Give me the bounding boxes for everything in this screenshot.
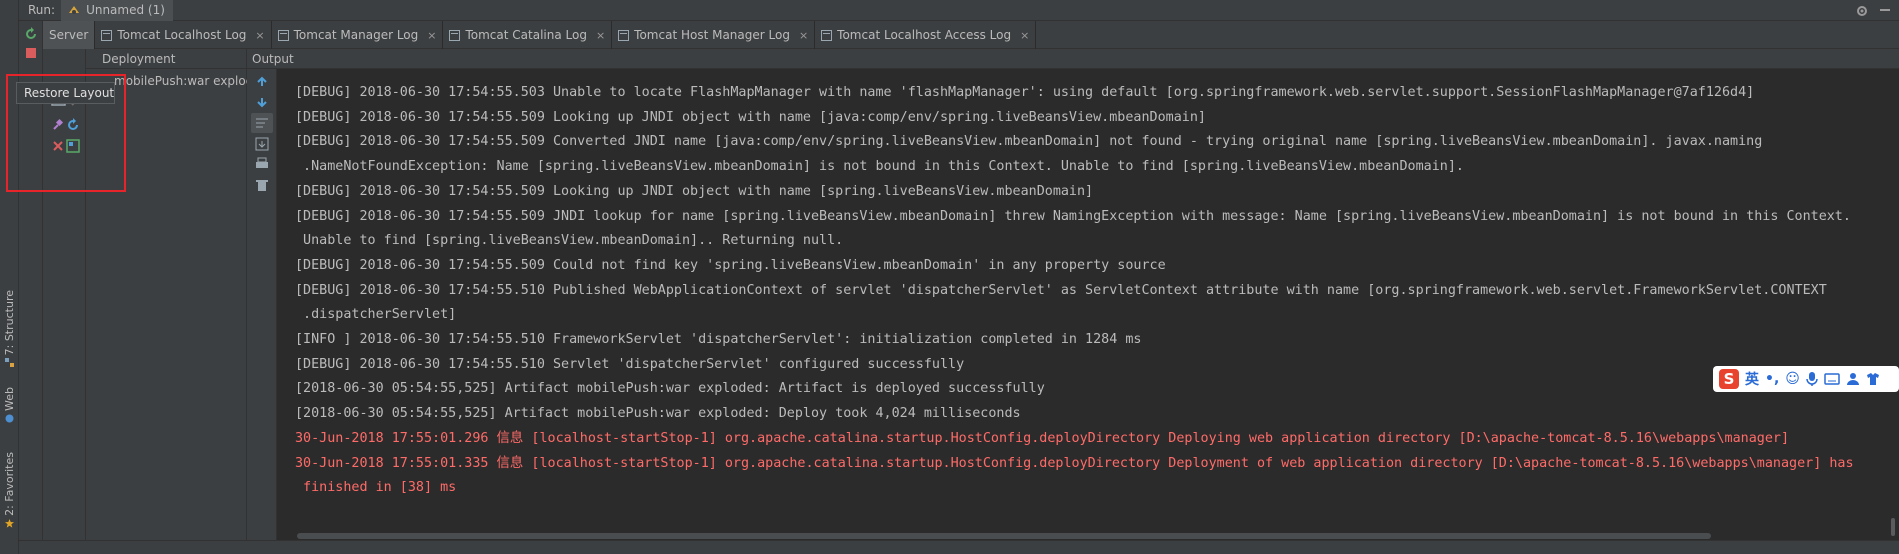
star-icon [5,518,14,528]
print-icon[interactable] [255,157,269,171]
sogou-logo-icon: S [1719,369,1739,389]
console-line: finished in [38] ms [295,480,457,496]
output-toolbar [247,69,277,554]
keyboard-icon[interactable] [1824,373,1840,385]
stop-icon[interactable] [25,47,37,59]
console-line: [DEBUG] 2018-06-30 17:54:55.509 Looking … [295,109,1206,125]
console-line: [DEBUG] 2018-06-30 17:54:55.510 Publishe… [295,282,1827,298]
punctuation-icon[interactable]: •, [1765,371,1779,387]
tab-label: Tomcat Localhost Log [117,28,247,42]
console-line: Unable to find [spring.liveBeansView.mbe… [295,233,844,249]
console-line: .dispatcherServlet] [295,307,457,323]
skin-icon[interactable] [1866,372,1880,386]
log-file-icon [449,29,461,41]
tab-label: Tomcat Host Manager Log [634,28,790,42]
console-line: .NameNotFoundException: Name [spring.liv… [295,159,1464,175]
ime-language-label[interactable]: 英 [1745,369,1759,389]
structure-tab-label: 7: Structure [3,290,16,356]
close-tab-icon[interactable]: × [427,29,436,42]
close-tab-icon[interactable]: × [255,29,264,42]
tab-label: Tomcat Localhost Access Log [837,28,1012,42]
hide-panel-icon[interactable] [1879,5,1891,17]
gear-icon[interactable] [1855,4,1869,18]
trash-icon[interactable] [255,178,269,192]
tab-server[interactable]: Server [43,21,96,49]
web-tab-label: Web [3,387,16,411]
ime-toolbar[interactable]: S 英 •, ☺ [1713,366,1899,392]
tab-label: Server [49,28,89,42]
log-file-icon [101,29,113,41]
arrow-up-icon[interactable] [256,76,268,88]
microphone-icon[interactable] [1806,371,1818,387]
user-icon[interactable] [1846,372,1860,386]
console-line: [DEBUG] 2018-06-30 17:54:55.509 JNDI loo… [295,208,1851,224]
close-tab-icon[interactable]: × [1020,29,1029,42]
console-line: [2018-06-30 05:54:55,525] Artifact mobil… [295,381,1045,397]
log-file-icon [821,29,833,41]
favorites-tab-label: 2: Favorites [3,452,16,516]
vertical-scrollbar[interactable] [1891,518,1895,536]
bottom-tool-bar [19,540,1899,554]
output-header: Output [247,49,1899,69]
favorites-tool-tab[interactable]: 2: Favorites [2,452,17,528]
close-tab-icon[interactable]: × [596,29,605,42]
console-line: 30-Jun-2018 17:55:01.335 信息 [localhost-s… [295,455,1854,471]
tab-log-4[interactable]: Tomcat Host Manager Log × [612,21,816,49]
structure-tool-tab[interactable]: 7: Structure [2,290,17,368]
horizontal-scrollbar[interactable] [297,533,1711,539]
console-line: [DEBUG] 2018-06-30 17:54:55.503 Unable t… [295,85,1755,100]
run-tool-window-header: Run: Unnamed (1) [19,0,1899,21]
soft-wrap-icon [256,118,268,128]
console-line: [2018-06-30 05:54:55,525] Artifact mobil… [295,406,1021,422]
tab-log-2[interactable]: Tomcat Manager Log × [272,21,444,49]
run-config-name: Unnamed (1) [86,3,165,17]
tab-log-3[interactable]: Tomcat Catalina Log × [443,21,613,49]
soft-wrap-toggle[interactable] [251,113,273,133]
arrow-down-icon[interactable] [256,96,268,108]
rerun-icon[interactable] [24,27,38,41]
close-tab-icon[interactable]: × [799,29,808,42]
console-line: [DEBUG] 2018-06-30 17:54:55.509 Looking … [295,183,1094,199]
tomcat-icon [69,6,80,14]
console-line: [DEBUG] 2018-06-30 17:54:55.510 Servlet … [295,356,965,372]
scroll-to-end-icon[interactable] [255,137,269,151]
run-label: Run: [28,3,56,17]
console-line: [DEBUG] 2018-06-30 17:54:55.509 Converte… [295,134,1763,150]
log-file-icon [618,29,630,41]
tab-log-5[interactable]: Tomcat Localhost Access Log × [815,21,1037,49]
web-tool-tab[interactable]: Web [2,387,17,423]
tab-log-1[interactable]: Tomcat Localhost Log × [95,21,272,49]
emoji-icon[interactable]: ☺ [1785,371,1800,387]
run-config-tab[interactable]: Unnamed (1) [61,0,173,21]
console-line: [INFO ] 2018-06-30 17:54:55.510 Framewor… [295,332,1142,348]
run-tab-bar: Server Tomcat Localhost Log × Tomcat Manage… [43,21,1899,49]
web-icon [5,414,14,423]
deployment-header: Deployment [86,49,247,69]
console-output[interactable]: [DEBUG] 2018-06-30 17:54:55.503 Unable t… [277,69,1899,531]
tab-label: Tomcat Catalina Log [465,28,587,42]
structure-icon [5,358,14,368]
restore-layout-tooltip: Restore Layout [16,82,115,104]
console-line: [DEBUG] 2018-06-30 17:54:55.509 Could no… [295,257,1166,273]
log-file-icon [277,29,289,41]
tab-label: Tomcat Manager Log [293,28,419,42]
console-line: 30-Jun-2018 17:55:01.296 信息 [localhost-s… [295,430,1790,446]
